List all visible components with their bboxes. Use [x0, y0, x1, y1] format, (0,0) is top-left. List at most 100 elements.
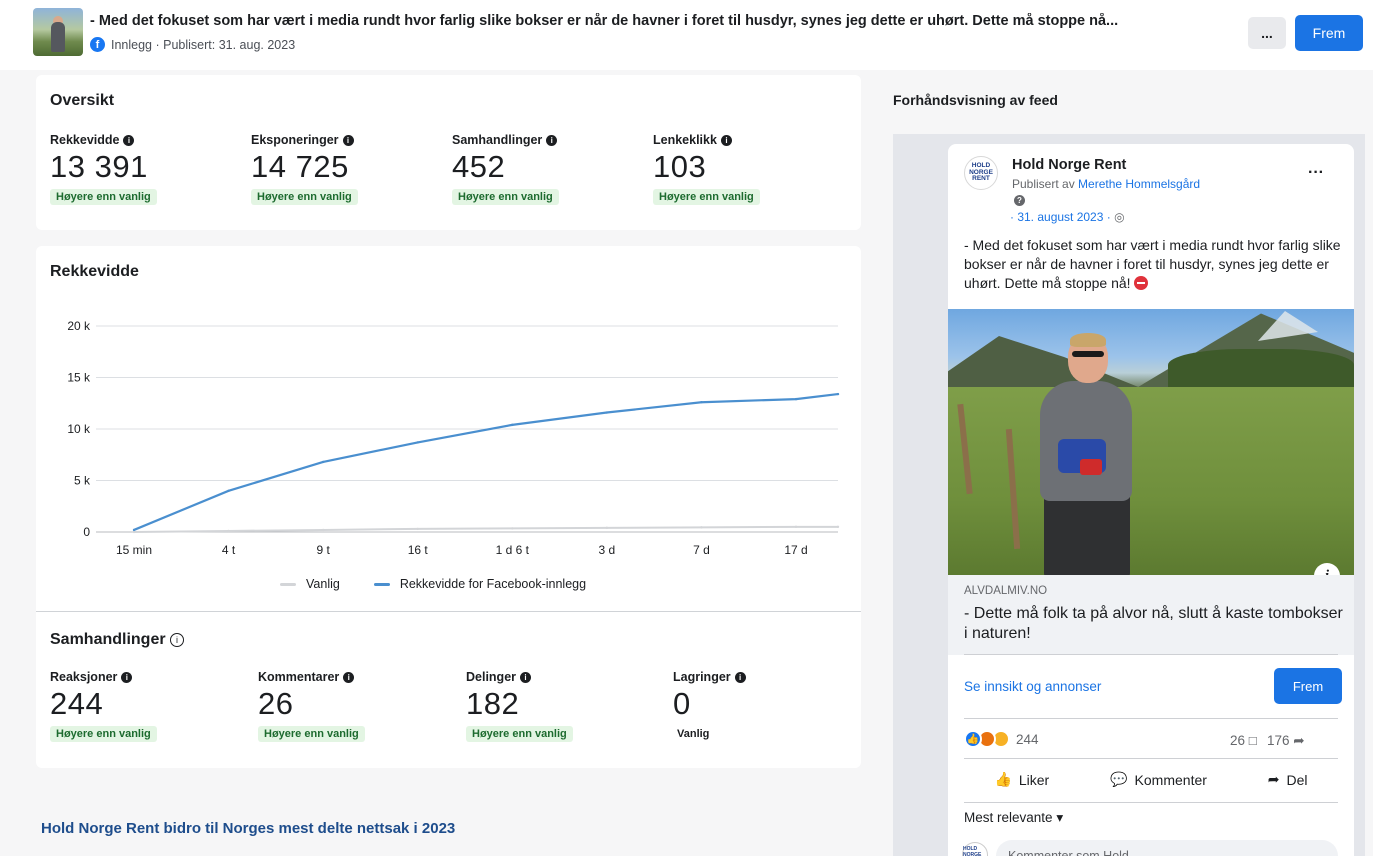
reach-data-point[interactable]	[132, 528, 136, 532]
image-person-hair	[1070, 333, 1106, 347]
published-by: Publisert av Merethe Hommelsgård	[1012, 177, 1201, 191]
page-logo[interactable]: HOLD NORGE RENT	[964, 156, 998, 190]
help-icon[interactable]: ?	[1014, 195, 1025, 206]
reach-data-point[interactable]	[700, 401, 703, 404]
x-tick-label: 15 min	[116, 543, 152, 557]
metric-value: 13 391	[50, 149, 148, 184]
info-icon[interactable]: i	[343, 671, 355, 683]
info-icon[interactable]: i	[734, 671, 746, 683]
boost-button[interactable]: Frem	[1274, 668, 1342, 704]
typical-data-point[interactable]	[511, 527, 514, 530]
link-title[interactable]: - Dette må folk ta på alvor nå, slutt å …	[964, 604, 1344, 644]
comment-input[interactable]: Kommenter som Hold...	[996, 840, 1338, 856]
metric-link-clicks: Lenkeklikk i 103 Høyere enn vanlig	[653, 133, 760, 205]
legend-item-reach[interactable]: Rekkevidde for Facebook-innlegg	[373, 577, 586, 591]
commenter-avatar: HOLD NORGE RENT	[962, 842, 988, 856]
info-icon[interactable]: i	[123, 134, 135, 146]
post-thumbnail[interactable]	[33, 8, 83, 56]
reach-data-point[interactable]	[836, 392, 840, 396]
metric-saves: Lagringer i 0 Vanlig	[673, 670, 746, 742]
page-name[interactable]: Hold Norge Rent	[1012, 157, 1126, 173]
metric-label: Lenkeklikk i	[653, 133, 760, 147]
insights-link[interactable]: Se innsikt og annonser	[964, 679, 1101, 694]
like-button[interactable]: 👍 Liker	[994, 771, 1049, 788]
legend-item-typical[interactable]: Vanlig	[280, 577, 340, 591]
metric-interactions: Samhandlinger i 452 Høyere enn vanlig	[452, 133, 559, 205]
link-domain: ALVDALMIV.NO	[964, 585, 1048, 597]
image-trees	[1168, 349, 1354, 389]
x-tick-label: 16 t	[408, 543, 429, 557]
reach-data-point[interactable]	[794, 397, 798, 401]
article-caption: Hold Norge Rent bidro til Norges mest de…	[41, 820, 456, 837]
metric-value: 103	[653, 149, 707, 184]
typical-data-point[interactable]	[605, 526, 609, 530]
metric-label: Reaksjoner i	[50, 670, 157, 684]
metric-reactions: Reaksjoner i 244 Høyere enn vanlig	[50, 670, 157, 742]
reach-data-point[interactable]	[227, 489, 230, 492]
typical-data-point[interactable]	[132, 530, 136, 534]
x-tick-label: 9 t	[316, 543, 330, 557]
divider	[964, 718, 1338, 719]
more-options-button[interactable]: ...	[1248, 17, 1286, 49]
y-tick-label: 10 k	[67, 422, 91, 436]
post-more-icon[interactable]: ···	[1308, 164, 1324, 182]
info-icon[interactable]: i	[520, 671, 532, 683]
overview-title: Oversikt	[50, 92, 115, 109]
post-image[interactable]: i	[948, 309, 1354, 575]
info-outline-icon[interactable]: i	[170, 633, 185, 647]
status-badge: Vanlig	[677, 728, 710, 740]
legend-swatch	[280, 582, 296, 586]
overview-card: Oversikt Rekkevidde i 13 391 Høyere enn v…	[36, 75, 861, 230]
reach-data-point[interactable]	[605, 411, 609, 414]
share-button[interactable]: ➦ Del	[1268, 771, 1308, 788]
typical-series-line[interactable]	[133, 525, 838, 533]
typical-data-point[interactable]	[227, 529, 230, 533]
section-divider	[36, 611, 861, 612]
typical-data-point[interactable]	[416, 527, 419, 531]
legend-swatch	[373, 582, 390, 586]
info-icon[interactable]: i	[720, 134, 732, 146]
post-meta: f Innlegg · Publisert: 31. aug. 2023	[90, 37, 295, 52]
thumbnail-person	[51, 22, 65, 52]
metric-value: 452	[452, 149, 506, 184]
info-icon[interactable]: i	[342, 134, 354, 146]
reach-chart-title: Rekkevidde	[50, 263, 139, 280]
typical-data-point[interactable]	[700, 526, 703, 529]
reaction-summary[interactable]: 👍 244	[964, 730, 1039, 748]
post-meta-text: Innlegg · Publisert: 31. aug. 2023	[111, 37, 296, 52]
metric-value: 26	[258, 686, 294, 721]
typical-data-point[interactable]	[794, 525, 798, 529]
metric-label: Delinger i	[466, 670, 573, 684]
info-icon[interactable]: i	[121, 671, 133, 683]
status-badge: Høyere enn vanlig	[50, 726, 157, 742]
comment-icon: □	[1248, 733, 1257, 748]
image-cans	[1080, 459, 1102, 475]
legend-label: Vanlig	[306, 577, 340, 591]
typical-data-point[interactable]	[836, 525, 840, 529]
boost-button[interactable]: Frem	[1295, 15, 1363, 51]
post-date[interactable]: · 31. august 2023 · ◎	[1010, 210, 1125, 224]
y-tick-label: 0	[83, 525, 90, 539]
publisher-link[interactable]: Merethe Hommelsgård	[1078, 177, 1200, 191]
share-count: 176 ➦	[1266, 733, 1305, 748]
metric-reach: Rekkevidde i 13 391 Høyere enn vanlig	[50, 133, 157, 205]
share-arrow-icon: ➦	[1267, 771, 1280, 787]
reach-data-point[interactable]	[416, 441, 419, 444]
engagement-counts[interactable]: 26 □ 176 ➦	[1230, 733, 1305, 749]
reach-data-point[interactable]	[321, 460, 325, 464]
x-tick-label: 7 d	[693, 543, 710, 557]
comment-button[interactable]: 💬 Kommenter	[1110, 771, 1207, 788]
image-person-legs	[1044, 489, 1130, 575]
facebook-icon: f	[90, 37, 105, 52]
reach-data-point[interactable]	[511, 423, 514, 427]
metric-label: Rekkevidde i	[50, 133, 157, 147]
status-badge: Høyere enn vanlig	[653, 189, 760, 205]
feed-preview-title: Forhåndsvisning av feed	[893, 92, 1058, 108]
reach-series-line[interactable]	[133, 392, 839, 531]
metric-impressions: Eksponeringer i 14 725 Høyere enn vanlig	[251, 133, 358, 205]
comment-sort-dropdown[interactable]: Mest relevante ▾	[964, 810, 1063, 826]
metric-label: Kommentarer i	[258, 670, 365, 684]
info-icon[interactable]: i	[546, 134, 558, 146]
typical-data-point[interactable]	[321, 528, 325, 532]
share-icon: ➦	[1293, 733, 1305, 748]
